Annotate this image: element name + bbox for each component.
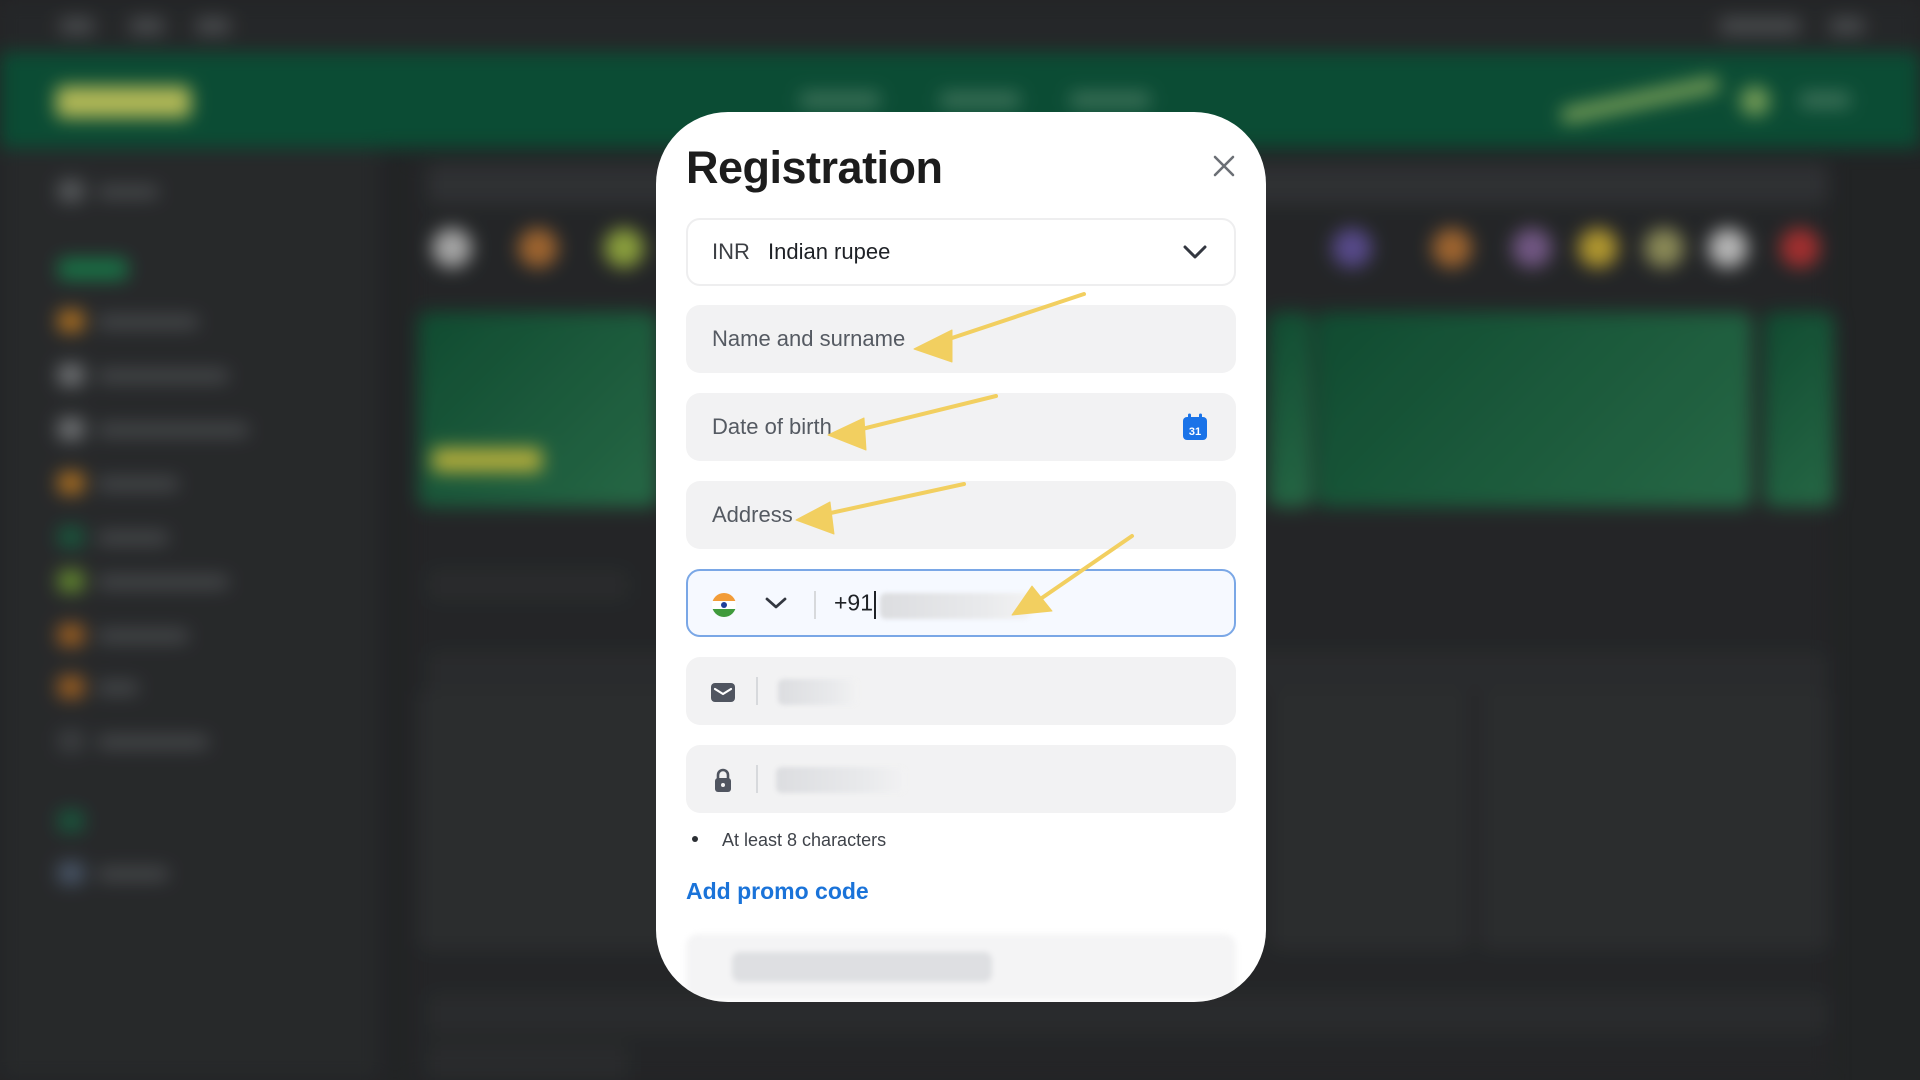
date-of-birth-field[interactable]: Date of birth 31 (686, 393, 1236, 461)
lock-icon (715, 768, 731, 792)
address-field[interactable]: Address (686, 481, 1236, 549)
phone-dial-code: +91 (834, 589, 874, 616)
currency-code: INR (712, 239, 750, 264)
calendar-day: 31 (1189, 426, 1201, 438)
name-field[interactable]: Name and surname (686, 305, 1236, 373)
phone-field[interactable]: +91 (686, 569, 1236, 637)
password-field[interactable] (686, 745, 1236, 813)
divider (756, 677, 758, 705)
close-icon (1213, 155, 1235, 177)
chevron-down-icon (1183, 245, 1207, 259)
chevron-down-icon[interactable] (764, 596, 788, 610)
address-placeholder: Address (712, 502, 793, 527)
date-of-birth-placeholder: Date of birth (712, 414, 832, 439)
envelope-icon (711, 683, 735, 702)
india-flag-icon (712, 593, 736, 617)
blurred-consent-area (686, 934, 1236, 1000)
phone-number-value-blurred[interactable] (880, 593, 1030, 619)
name-placeholder: Name and surname (712, 326, 906, 351)
add-promo-code-link[interactable]: Add promo code (686, 878, 869, 905)
divider (814, 591, 816, 619)
text-caret (874, 591, 876, 619)
password-hint-text: At least 8 characters (722, 830, 887, 850)
registration-modal: Registration INR Indian rupee Name and s… (656, 112, 1266, 1002)
close-button[interactable] (1204, 146, 1244, 186)
password-hint: At least 8 characters (692, 830, 886, 851)
calendar-icon[interactable]: 31 (1182, 413, 1208, 441)
divider (756, 765, 758, 793)
email-value-blurred[interactable] (778, 679, 858, 705)
hint-bullet (692, 836, 698, 843)
blurred-text (732, 952, 992, 982)
password-value-blurred[interactable] (776, 767, 906, 793)
email-field[interactable] (686, 657, 1236, 725)
modal-title: Registration (686, 142, 943, 193)
currency-select[interactable]: INR Indian rupee (686, 218, 1236, 286)
currency-name: Indian rupee (768, 239, 891, 264)
